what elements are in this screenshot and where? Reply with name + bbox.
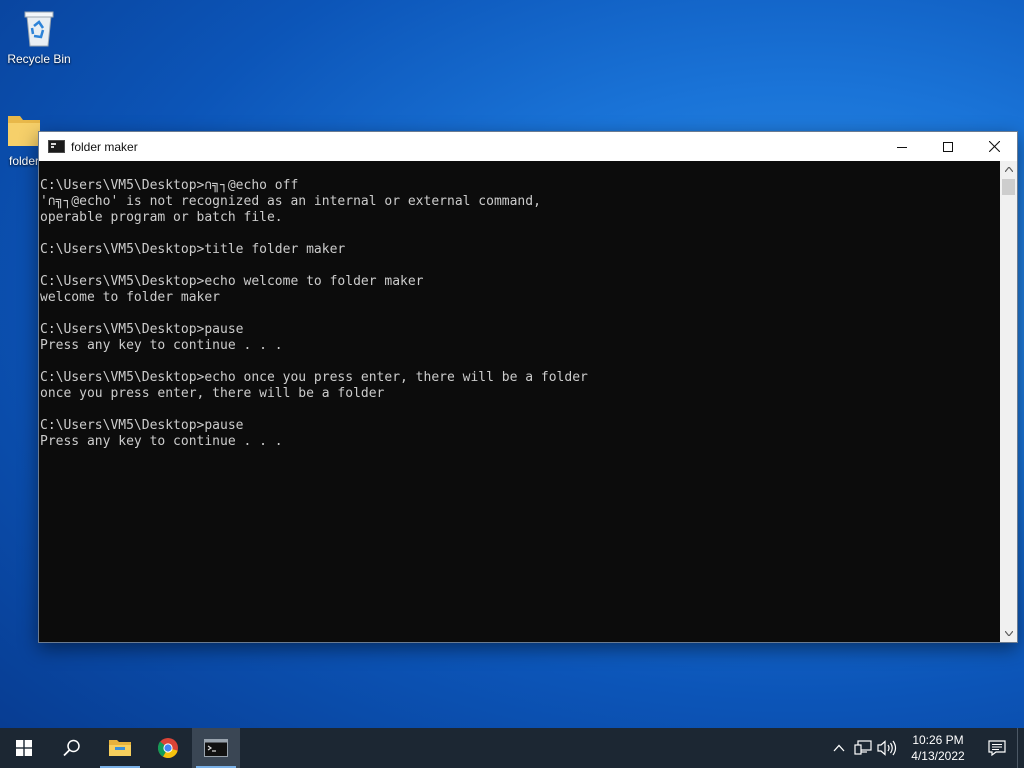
vertical-scrollbar[interactable] [1000, 161, 1017, 642]
show-hidden-icons-button[interactable] [827, 728, 851, 768]
maximize-button[interactable] [925, 132, 971, 161]
console-line: Press any key to continue . . . [40, 338, 283, 353]
recycle-bin-icon [17, 6, 61, 50]
scroll-thumb[interactable] [1002, 179, 1015, 195]
windows-logo-icon [16, 740, 32, 756]
taskbar-clock[interactable]: 10:26 PM 4/13/2022 [899, 732, 977, 764]
scroll-down-button[interactable] [1000, 625, 1017, 642]
console-line: C:\Users\VM5\Desktop>pause [40, 418, 244, 433]
console-line: C:\Users\VM5\Desktop>pause [40, 322, 244, 337]
chevron-up-icon [833, 744, 845, 752]
console-line: '∩╗┐@echo' is not recognized as an inter… [40, 194, 541, 209]
file-explorer-icon [109, 740, 131, 756]
search-button[interactable] [48, 728, 96, 768]
console-line: C:\Users\VM5\Desktop>echo once you press… [40, 370, 588, 385]
window-title: folder maker [71, 139, 138, 154]
action-center-button[interactable] [977, 728, 1017, 768]
close-button[interactable] [971, 132, 1017, 161]
search-icon [63, 739, 80, 757]
taskbar: 10:26 PM 4/13/2022 [0, 728, 1024, 768]
console-line: welcome to folder maker [40, 290, 221, 305]
taskbar-chrome[interactable] [144, 728, 192, 768]
volume-button[interactable] [875, 728, 899, 768]
scroll-up-button[interactable] [1000, 161, 1017, 178]
chrome-icon [157, 738, 178, 759]
network-icon [854, 740, 872, 755]
system-tray: 10:26 PM 4/13/2022 [827, 728, 1024, 768]
speaker-icon [877, 740, 897, 756]
console-line: C:\Users\VM5\Desktop>echo welcome to fol… [40, 274, 424, 289]
console-line: once you press enter, there will be a fo… [40, 386, 385, 401]
console-line: operable program or batch file. [40, 210, 283, 225]
window-titlebar[interactable]: folder maker [39, 132, 1017, 161]
taskbar-command-prompt[interactable] [192, 728, 240, 768]
network-button[interactable] [851, 728, 875, 768]
clock-date: 4/13/2022 [911, 749, 965, 763]
console-line: Press any key to continue . . . [40, 434, 283, 449]
clock-time: 10:26 PM [912, 733, 964, 747]
command-prompt-icon [204, 739, 228, 757]
taskbar-file-explorer[interactable] [96, 728, 144, 768]
console-line: C:\Users\VM5\Desktop>∩╗┐@echo off [40, 178, 299, 193]
desktop-icon-label: Recycle Bin [7, 52, 71, 66]
show-desktop-button[interactable] [1017, 728, 1024, 768]
desktop-icon-recycle-bin[interactable]: Recycle Bin [1, 6, 77, 66]
console-window[interactable]: folder maker C:\Users\VM5\Desktop>∩╗┐@ec… [38, 131, 1018, 643]
cmd-icon [48, 140, 65, 153]
minimize-button[interactable] [879, 132, 925, 161]
console-output[interactable]: C:\Users\VM5\Desktop>∩╗┐@echo off '∩╗┐@e… [39, 161, 1000, 642]
console-line: C:\Users\VM5\Desktop>title folder maker [40, 242, 346, 257]
notification-icon [988, 740, 1006, 756]
start-button[interactable] [0, 728, 48, 768]
